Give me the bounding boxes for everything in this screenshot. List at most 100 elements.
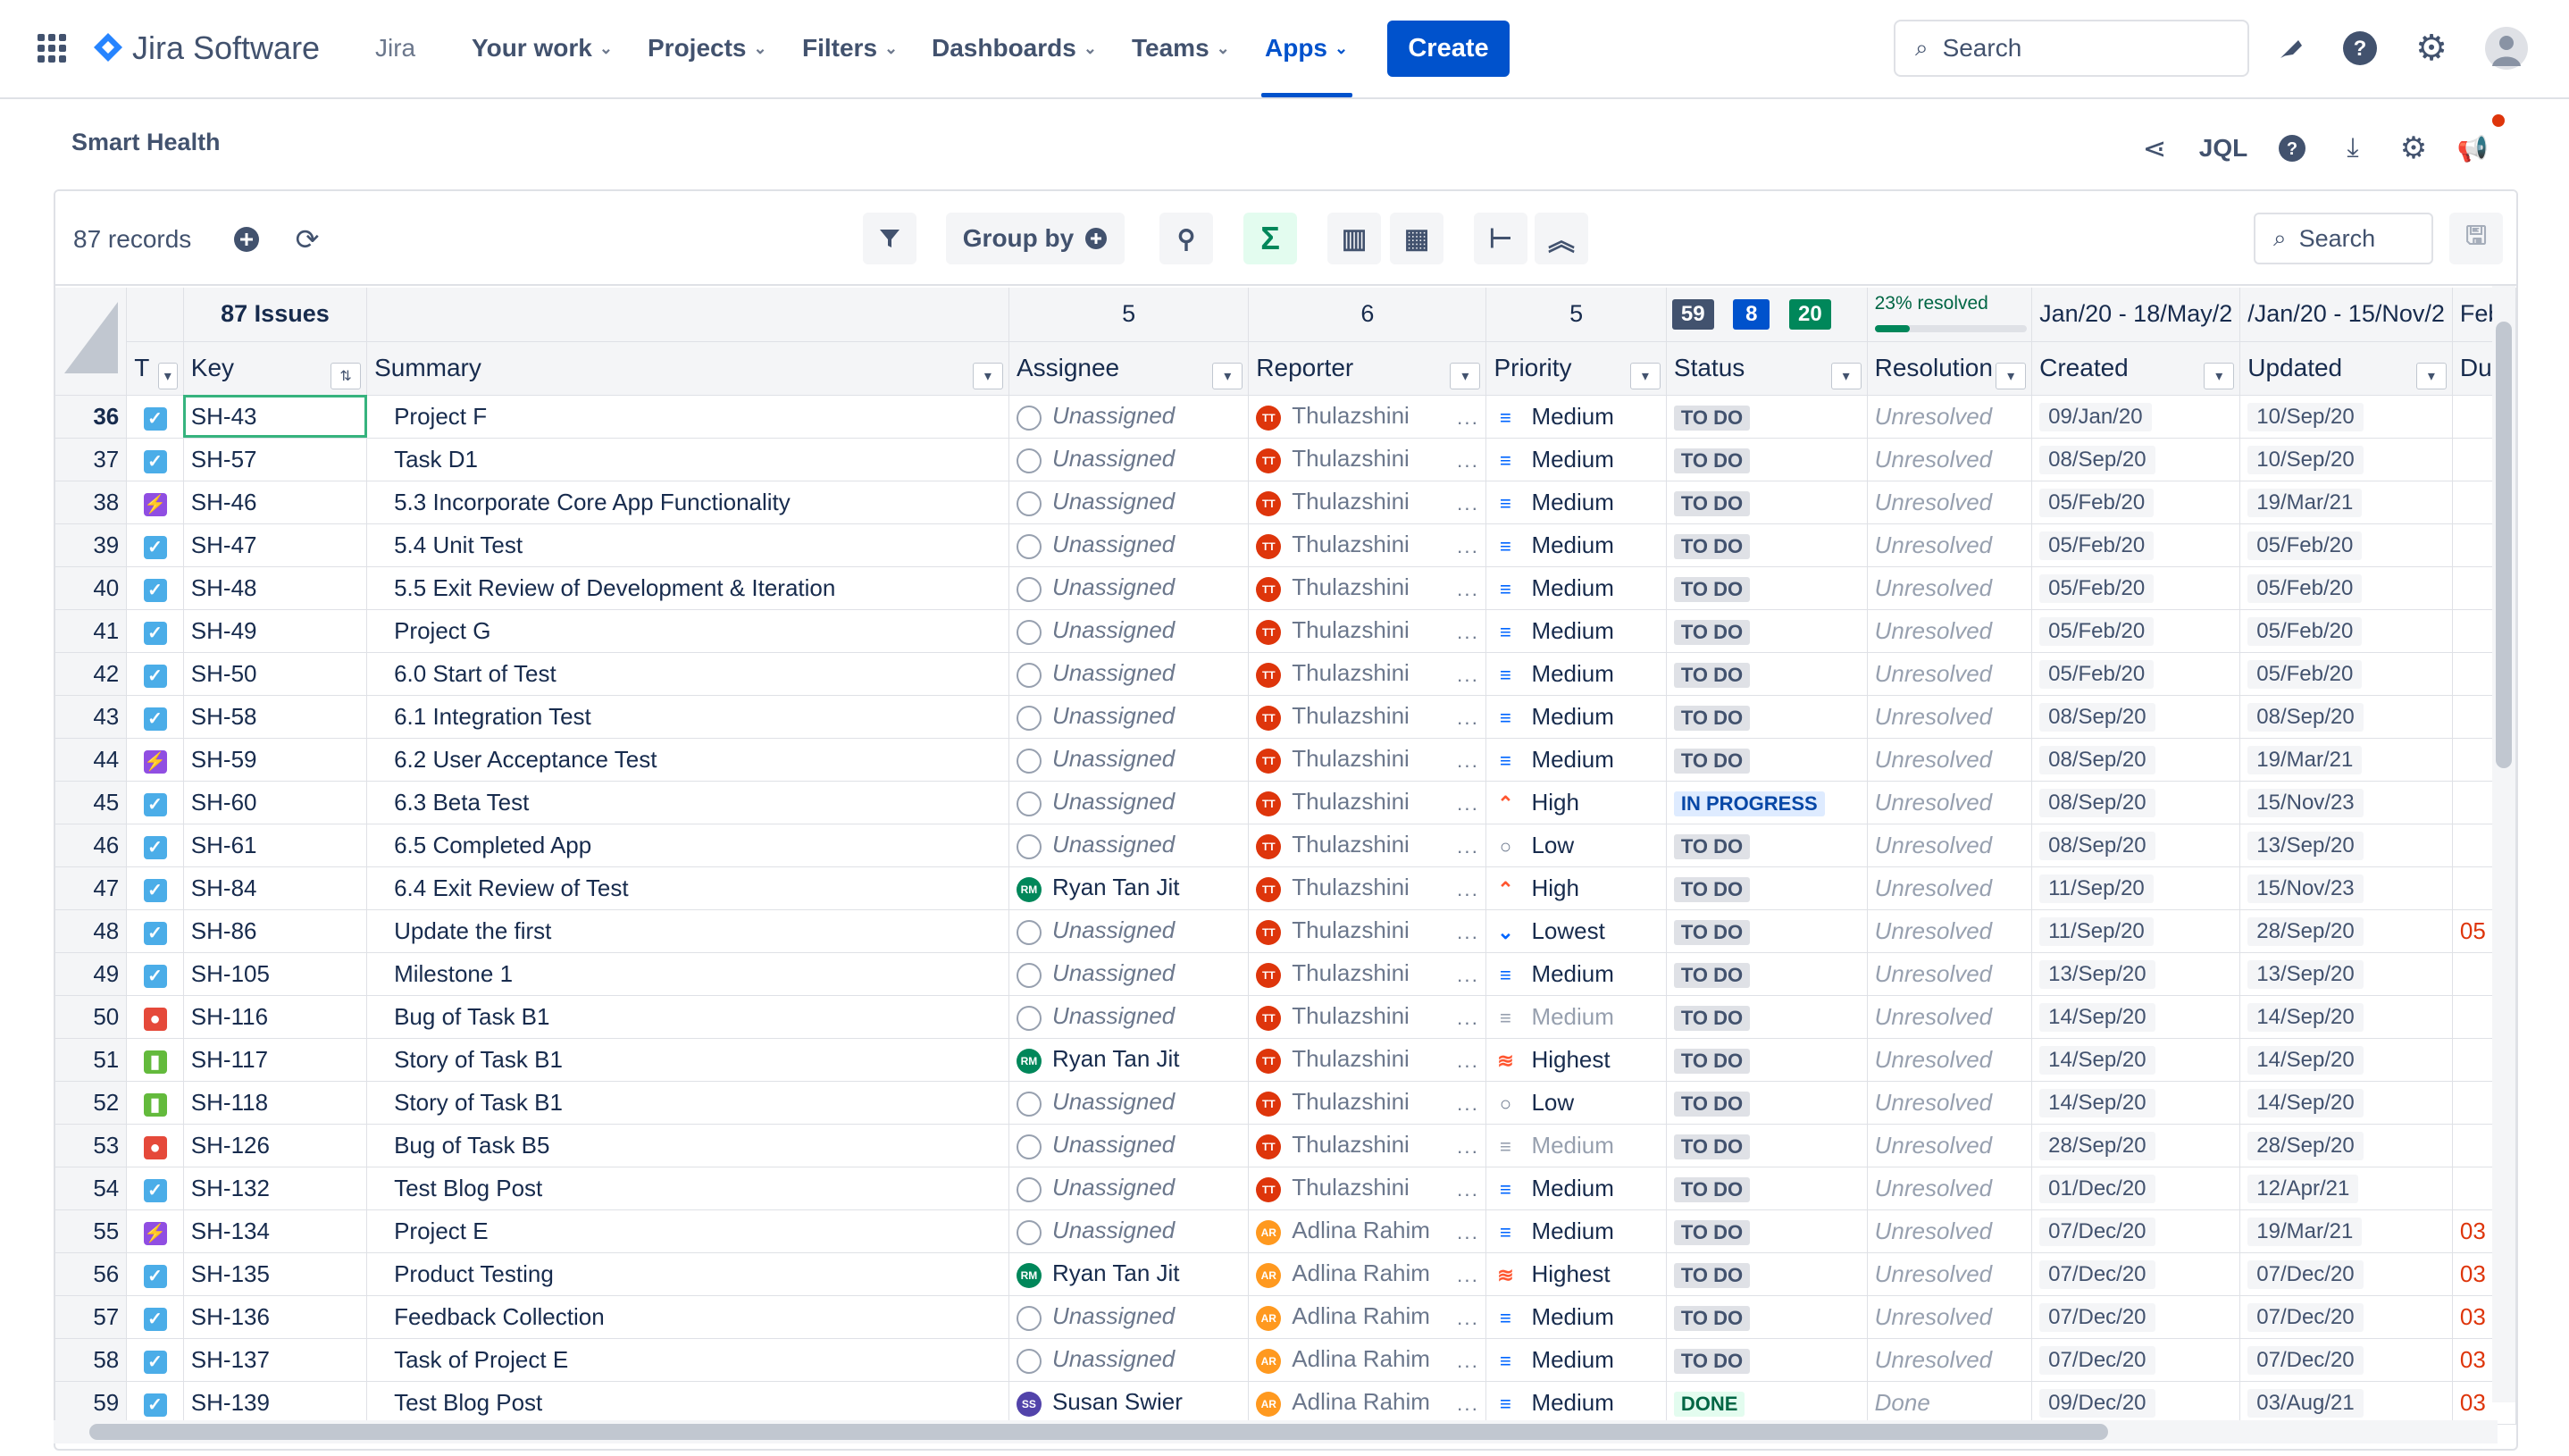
chevron-down-icon[interactable]: ▾ xyxy=(1830,362,1862,389)
more-options-icon[interactable]: ··· xyxy=(1456,1054,1478,1077)
product-name[interactable]: Jira Software xyxy=(132,29,320,66)
table-row[interactable]: 48 ✓ SH-86 Update the first Unassigned TT Thul… xyxy=(55,909,2516,953)
assignee-cell[interactable]: Unassigned xyxy=(1008,1124,1250,1167)
issue-key[interactable]: SH-86 xyxy=(183,909,368,953)
reporter-cell[interactable]: TT Thulazshini ··· xyxy=(1248,909,1487,953)
priority-cell[interactable]: ≡ Medium xyxy=(1485,1167,1667,1210)
table-row[interactable]: 56 ✓ SH-135 Product Testing RM Ryan Tan Jit AR… xyxy=(55,1252,2516,1296)
share-icon[interactable]: ⋖ xyxy=(2137,130,2172,166)
status-cell[interactable]: TO DO xyxy=(1666,1081,1868,1125)
issue-summary[interactable]: Product Testing xyxy=(366,1252,1009,1296)
sort-icon[interactable]: ⇅ xyxy=(331,362,362,389)
status-cell[interactable]: TO DO xyxy=(1666,1038,1868,1082)
more-options-icon[interactable]: ··· xyxy=(1456,1140,1478,1163)
assignee-cell[interactable]: Unassigned xyxy=(1008,781,1250,824)
issue-key[interactable]: SH-61 xyxy=(183,824,368,867)
assignee-cell[interactable]: Unassigned xyxy=(1008,952,1250,996)
issue-key[interactable]: SH-50 xyxy=(183,652,368,696)
issue-type-cell[interactable]: ⚡ xyxy=(126,738,184,782)
reporter-cell[interactable]: AR Adlina Rahim ··· xyxy=(1248,1209,1487,1253)
reporter-cell[interactable]: AR Adlina Rahim ··· xyxy=(1248,1338,1487,1382)
jira-logo-icon[interactable] xyxy=(91,30,125,64)
col-assignee[interactable]: Assignee ▾ xyxy=(1008,341,1250,396)
status-cell[interactable]: TO DO xyxy=(1666,438,1868,481)
jira-link[interactable]: Jira xyxy=(375,30,415,66)
nav-projects[interactable]: Projects ⌄ xyxy=(648,30,767,66)
chevron-down-icon[interactable]: ▾ xyxy=(1450,362,1481,389)
assignee-cell[interactable]: Unassigned xyxy=(1008,1081,1250,1125)
notifications-icon[interactable] xyxy=(2271,29,2310,68)
reporter-cell[interactable]: TT Thulazshini ··· xyxy=(1248,566,1487,610)
issue-summary[interactable]: Task of Project E xyxy=(366,1338,1009,1382)
reporter-cell[interactable]: TT Thulazshini ··· xyxy=(1248,952,1487,996)
priority-cell[interactable]: ≡ Medium xyxy=(1485,738,1667,782)
issue-summary[interactable]: Milestone 1 xyxy=(366,952,1009,996)
assignee-cell[interactable]: Unassigned xyxy=(1008,566,1250,610)
more-options-icon[interactable]: ··· xyxy=(1456,1354,1478,1377)
priority-cell[interactable]: ≡ Medium xyxy=(1485,952,1667,996)
reporter-cell[interactable]: TT Thulazshini ··· xyxy=(1248,695,1487,739)
col-priority[interactable]: Priority ▾ xyxy=(1485,341,1667,396)
status-cell[interactable]: TO DO xyxy=(1666,1252,1868,1296)
table-row[interactable]: 59 ✓ SH-139 Test Blog Post SS Susan Swier AR Ad… xyxy=(55,1381,2516,1425)
issue-key[interactable]: SH-105 xyxy=(183,952,368,996)
nav-your-work[interactable]: Your work ⌄ xyxy=(472,30,613,66)
reporter-cell[interactable]: TT Thulazshini ··· xyxy=(1248,1124,1487,1167)
table-row[interactable]: 50 ● SH-116 Bug of Task B1 Unassigned TT Thula… xyxy=(55,995,2516,1039)
app-switcher-icon[interactable] xyxy=(36,32,68,64)
issue-summary[interactable]: Story of Task B1 xyxy=(366,1038,1009,1082)
table-row[interactable]: 42 ✓ SH-50 6.0 Start of Test Unassigned TT Thu… xyxy=(55,652,2516,696)
col-status[interactable]: Status ▾ xyxy=(1666,341,1868,396)
issue-type-cell[interactable]: ✓ xyxy=(126,952,184,996)
assignee-cell[interactable]: Unassigned xyxy=(1008,695,1250,739)
issue-summary[interactable]: Task D1 xyxy=(366,438,1009,481)
assignee-cell[interactable]: RM Ryan Tan Jit xyxy=(1008,1038,1250,1082)
reporter-cell[interactable]: TT Thulazshini ··· xyxy=(1248,781,1487,824)
status-cell[interactable]: TO DO xyxy=(1666,566,1868,610)
issue-type-cell[interactable]: ● xyxy=(126,1124,184,1167)
more-options-icon[interactable]: ··· xyxy=(1456,883,1478,906)
collapse-all-icon[interactable]: ︽ xyxy=(1535,213,1588,264)
table-row[interactable]: 55 ⚡ SH-134 Project E Unassigned AR Adlina Rah… xyxy=(55,1209,2516,1253)
issue-key[interactable]: SH-137 xyxy=(183,1338,368,1382)
priority-cell[interactable]: ≡ Medium xyxy=(1485,652,1667,696)
priority-cell[interactable]: ≡ Medium xyxy=(1485,481,1667,524)
status-cell[interactable]: TO DO xyxy=(1666,695,1868,739)
issue-key[interactable]: SH-43 xyxy=(183,395,368,439)
issue-key[interactable]: SH-136 xyxy=(183,1295,368,1339)
issue-key[interactable]: SH-134 xyxy=(183,1209,368,1253)
more-options-icon[interactable]: ··· xyxy=(1456,668,1478,691)
nav-apps[interactable]: Apps ⌄ xyxy=(1265,30,1348,66)
settings-gear-icon[interactable]: ⚙ xyxy=(2412,29,2451,68)
chevron-down-icon[interactable]: ▾ xyxy=(2204,362,2235,389)
horizontal-scrollbar[interactable] xyxy=(54,1420,2498,1443)
priority-cell[interactable]: ⌃ High xyxy=(1485,866,1667,910)
more-options-icon[interactable]: ··· xyxy=(1456,1397,1478,1420)
table-row[interactable]: 54 ✓ SH-132 Test Blog Post Unassigned TT Thula… xyxy=(55,1167,2516,1210)
more-options-icon[interactable]: ··· xyxy=(1456,925,1478,949)
assignee-cell[interactable]: Unassigned xyxy=(1008,609,1250,653)
reporter-cell[interactable]: TT Thulazshini ··· xyxy=(1248,652,1487,696)
profile-avatar[interactable] xyxy=(2485,27,2528,70)
announcement-icon[interactable]: 📢 xyxy=(2455,130,2490,166)
issue-type-cell[interactable]: ⚡ xyxy=(126,1209,184,1253)
priority-cell[interactable]: ○ Low xyxy=(1485,824,1667,867)
more-options-icon[interactable]: ··· xyxy=(1456,711,1478,734)
reporter-cell[interactable]: AR Adlina Rahim ··· xyxy=(1248,1381,1487,1425)
add-record-icon[interactable] xyxy=(230,223,263,255)
more-options-icon[interactable]: ··· xyxy=(1456,1311,1478,1335)
issue-key[interactable]: SH-47 xyxy=(183,523,368,567)
assignee-cell[interactable]: Unassigned xyxy=(1008,438,1250,481)
reporter-cell[interactable]: TT Thulazshini ··· xyxy=(1248,481,1487,524)
status-cell[interactable]: TO DO xyxy=(1666,824,1868,867)
reporter-cell[interactable]: TT Thulazshini ··· xyxy=(1248,609,1487,653)
priority-cell[interactable]: ≡ Medium xyxy=(1485,1381,1667,1425)
table-row[interactable]: 57 ✓ SH-136 Feedback Collection Unassigned AR… xyxy=(55,1295,2516,1339)
issue-summary[interactable]: 6.0 Start of Test xyxy=(366,652,1009,696)
help-icon[interactable]: ? xyxy=(2274,130,2310,166)
create-button[interactable]: Create xyxy=(1387,21,1510,77)
issue-type-cell[interactable]: ✓ xyxy=(126,652,184,696)
table-row[interactable]: 37 ✓ SH-57 Task D1 Unassigned TT Thulazshini ··… xyxy=(55,438,2516,481)
assignee-cell[interactable]: Unassigned xyxy=(1008,481,1250,524)
col-summary[interactable]: Summary ▾ xyxy=(366,341,1009,396)
